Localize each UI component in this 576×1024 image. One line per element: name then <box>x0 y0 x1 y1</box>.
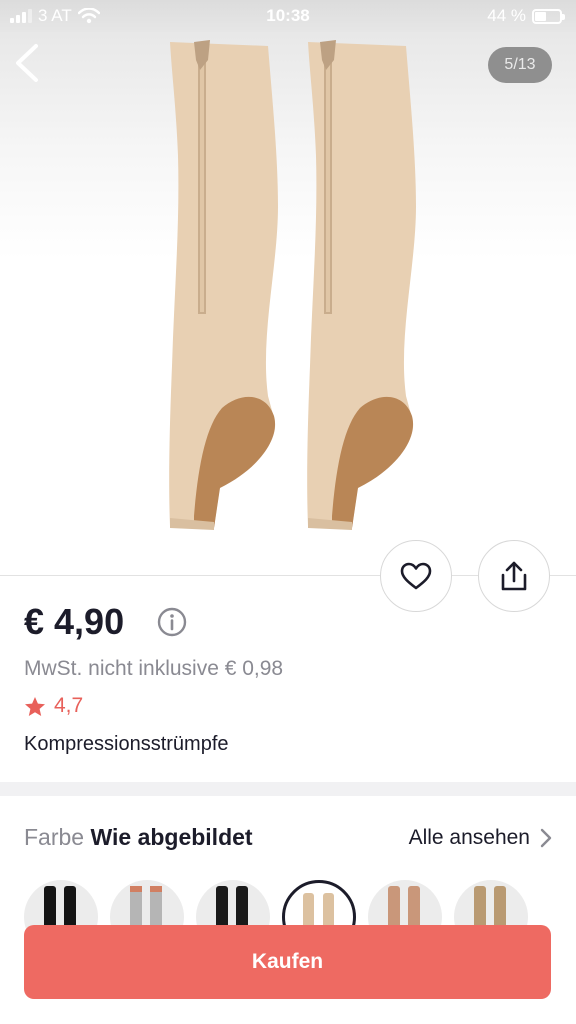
section-separator <box>0 782 576 796</box>
share-button[interactable] <box>478 540 550 612</box>
star-icon <box>25 696 45 716</box>
battery-percent: 44 % <box>487 6 526 25</box>
status-bar: 3 AT 10:38 44 % <box>0 0 576 32</box>
image-counter: 5/13 <box>488 47 552 83</box>
vat-note: MwSt. nicht inklusive € 0,98 <box>24 657 284 680</box>
price-info-button[interactable] <box>157 607 187 637</box>
chevron-right-icon <box>540 828 552 848</box>
product-price: € 4,90 <box>24 601 125 642</box>
see-all-button[interactable]: Alle ansehen <box>409 826 552 850</box>
heart-icon <box>400 562 432 590</box>
chevron-left-icon <box>16 44 38 82</box>
see-all-label: Alle ansehen <box>408 826 530 849</box>
back-button[interactable] <box>10 40 50 86</box>
sock-left <box>169 40 278 530</box>
color-value: Wie abgebildet <box>90 824 253 850</box>
favorite-button[interactable] <box>380 540 452 612</box>
sock-right <box>307 40 416 530</box>
rating-value: 4,7 <box>54 694 84 717</box>
info-icon <box>157 607 187 637</box>
product-title: Kompressionsstrümpfe <box>24 733 229 755</box>
color-label-row: Farbe Wie abgebildet <box>24 824 253 851</box>
battery-icon <box>532 8 565 24</box>
share-icon <box>501 561 527 591</box>
product-image-gallery[interactable]: 5/13 <box>0 0 576 575</box>
product-rating: 4,7 <box>24 694 83 718</box>
product-image <box>169 40 416 530</box>
color-label: Farbe <box>24 824 85 850</box>
buy-button[interactable]: Kaufen <box>24 925 551 999</box>
